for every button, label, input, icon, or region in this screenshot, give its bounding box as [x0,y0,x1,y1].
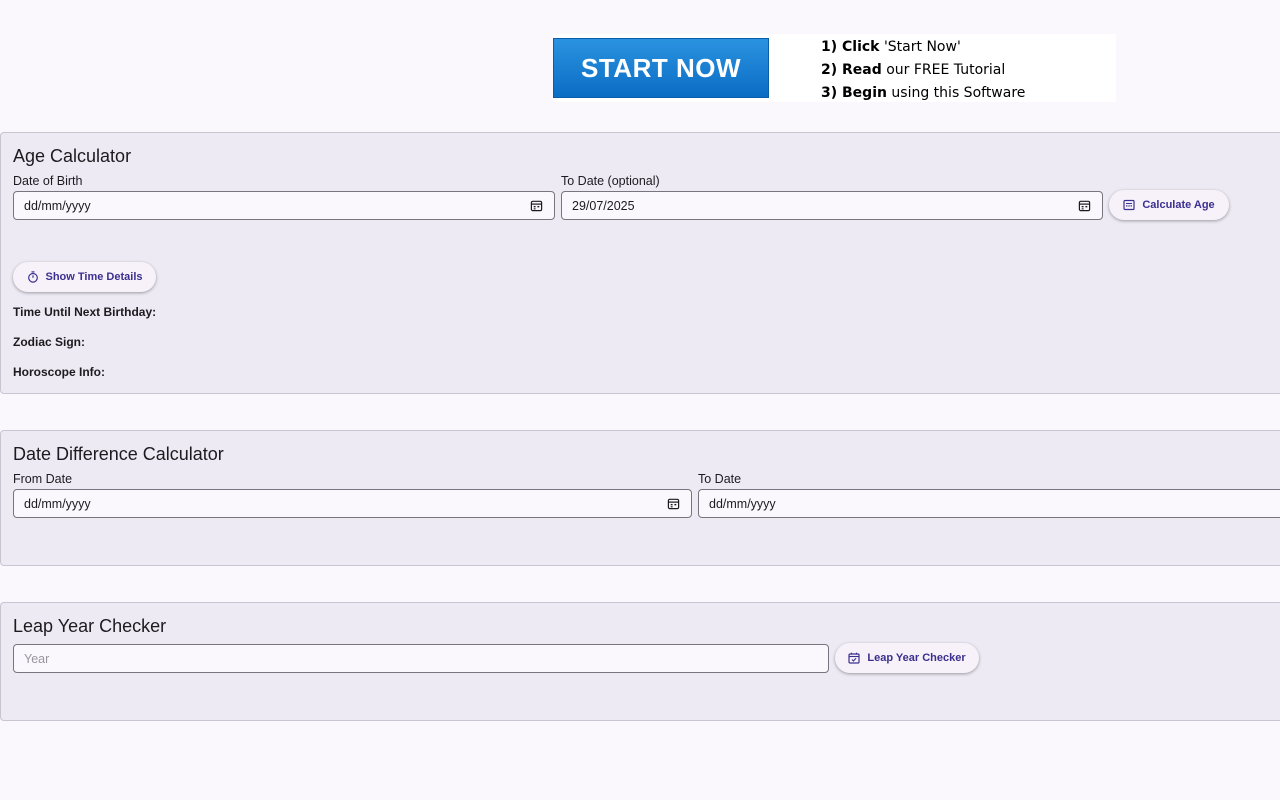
calculate-age-button[interactable]: Calculate Age [1109,190,1229,220]
dob-value: dd/mm/yyyy [24,198,91,213]
calendar-icon[interactable] [666,497,680,511]
year-input[interactable]: Year [13,644,829,673]
to-date-diff-label: To Date [698,472,742,486]
zodiac-sign-label: Zodiac Sign: [13,335,85,349]
from-date-value: dd/mm/yyyy [24,496,91,511]
date-difference-title: Date Difference Calculator [13,444,224,464]
to-date-diff-value: dd/mm/yyyy [709,496,776,511]
date-difference-card: Date Difference Calculator From Date dd/… [0,430,1280,566]
year-placeholder: Year [24,651,50,666]
ad-banner[interactable]: START NOW 1) Click 'Start Now' 2) Read o… [553,34,1116,102]
to-date-input[interactable]: 29/07/2025 [561,191,1103,220]
age-calculator-card: Age Calculator Date of Birth dd/mm/yyyy … [0,132,1280,394]
calculator-icon [1123,199,1135,211]
calculate-age-label: Calculate Age [1142,199,1215,211]
horoscope-info-label: Horoscope Info: [13,365,105,379]
stopwatch-icon [27,271,39,283]
to-date-label: To Date (optional) [561,174,660,188]
age-calculator-title: Age Calculator [13,146,132,166]
show-time-details-label: Show Time Details [45,271,143,283]
dob-input[interactable]: dd/mm/yyyy [13,191,555,220]
to-date-value: 29/07/2025 [572,198,635,213]
start-now-ad-button[interactable]: START NOW [553,38,769,98]
dob-label: Date of Birth [13,174,83,188]
calendar-check-icon [848,652,860,664]
to-date-diff-input[interactable]: dd/mm/yyyy [698,489,1280,518]
ad-steps: 1) Click 'Start Now' 2) Read our FREE Tu… [821,36,1025,105]
show-time-details-button[interactable]: Show Time Details [13,262,156,292]
from-date-input[interactable]: dd/mm/yyyy [13,489,692,518]
ad-step-2: 2) Read our FREE Tutorial [821,62,1006,78]
calendar-icon[interactable] [529,199,543,213]
leap-year-checker-button[interactable]: Leap Year Checker [835,643,979,673]
from-date-label: From Date [13,472,73,486]
leap-year-title: Leap Year Checker [13,616,167,636]
calendar-icon[interactable] [1077,199,1091,213]
leap-year-checker-label: Leap Year Checker [867,652,966,664]
ad-step-3: 3) Begin using this Software [821,85,1026,101]
next-birthday-label: Time Until Next Birthday: [13,305,157,319]
leap-year-card: Leap Year Checker Year Leap Year Checker [0,602,1280,721]
ad-step-1: 1) Click 'Start Now' [821,39,961,55]
